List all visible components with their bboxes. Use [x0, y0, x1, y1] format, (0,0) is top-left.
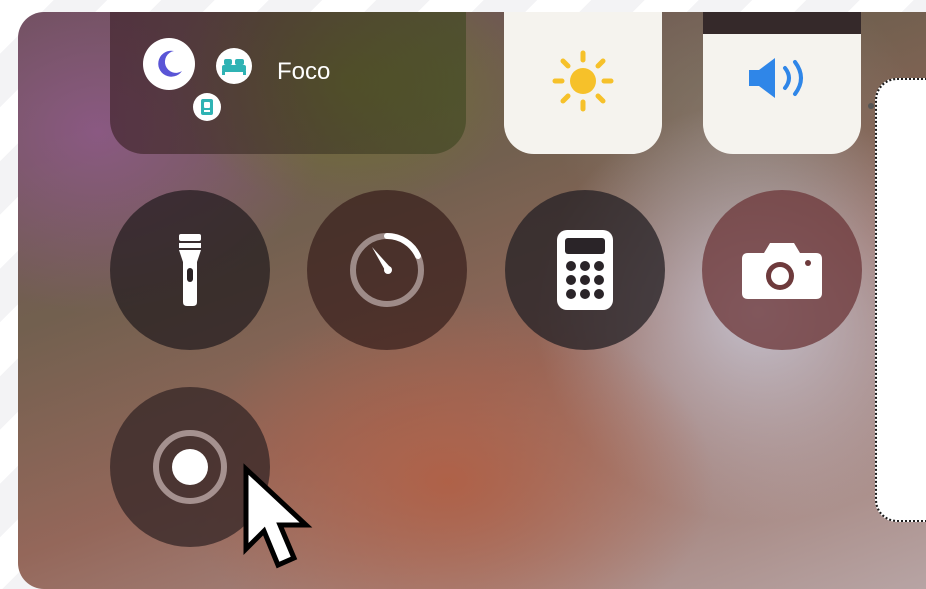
moon-icon [143, 38, 195, 90]
id-badge-icon [193, 93, 221, 121]
indicator-dot [868, 103, 874, 109]
camera-icon [742, 243, 822, 299]
calculator-icon [557, 230, 613, 310]
flashlight-icon [179, 234, 201, 306]
camera-button[interactable] [702, 190, 862, 350]
calculator-button[interactable] [505, 190, 665, 350]
focus-label: Foco [277, 58, 331, 85]
dotted-highlight-box [875, 78, 926, 522]
flashlight-button[interactable] [110, 190, 270, 350]
timer-icon [350, 233, 424, 307]
record-icon [153, 430, 227, 504]
focus-tile[interactable]: Foco [110, 12, 466, 154]
bed-icon [216, 48, 252, 84]
brightness-slider[interactable] [504, 12, 662, 154]
timer-button[interactable] [307, 190, 467, 350]
volume-slider-empty-track [703, 12, 861, 34]
speaker-icon [749, 58, 803, 98]
mouse-pointer-icon [243, 463, 313, 569]
sun-icon [552, 50, 614, 112]
control-center-panel: Foco [18, 12, 926, 589]
volume-slider[interactable] [703, 12, 861, 154]
